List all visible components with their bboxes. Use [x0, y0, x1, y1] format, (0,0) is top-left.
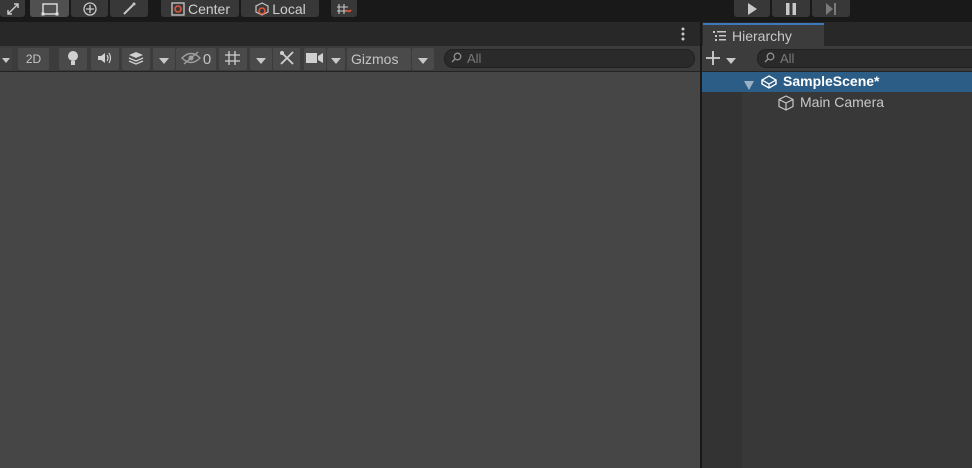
- camera-dropdown[interactable]: [327, 48, 345, 70]
- scene-search-placeholder: All: [467, 51, 482, 66]
- hierarchy-search-input[interactable]: All: [757, 49, 972, 68]
- hierarchy-tab-bar: Hierarchy: [702, 22, 972, 46]
- scene-search-input[interactable]: All: [444, 49, 695, 68]
- brush-icon: [121, 2, 137, 16]
- gizmos-dropdown[interactable]: [412, 48, 434, 70]
- pivot-rotation-button[interactable]: Local: [241, 0, 319, 17]
- hierarchy-item-label: SampleScene*: [783, 73, 880, 89]
- hierarchy-item-scene[interactable]: SampleScene*: [702, 72, 972, 92]
- draw-mode-dropdown[interactable]: [0, 48, 12, 70]
- effects-dropdown[interactable]: [153, 48, 175, 70]
- 2d-toggle[interactable]: 2D: [18, 48, 49, 70]
- tab-hierarchy[interactable]: Hierarchy: [703, 23, 824, 46]
- grid-toggle[interactable]: [219, 48, 247, 70]
- transform-icon: [81, 1, 99, 16]
- chevron-down-icon: [159, 52, 169, 67]
- scene-visibility-toggle[interactable]: 0: [176, 48, 216, 70]
- chevron-down-icon: [2, 52, 10, 67]
- lighting-toggle[interactable]: [59, 48, 87, 70]
- list-icon: [713, 28, 732, 44]
- wrench-icon: [279, 50, 295, 69]
- cube-icon: [778, 95, 794, 114]
- chevron-down-icon: [418, 52, 428, 67]
- snap-button[interactable]: [331, 0, 357, 17]
- hierarchy-toolbar: All: [702, 46, 972, 72]
- hierarchy-panel: Hierarchy All SampleScene* Main Camera: [702, 22, 972, 468]
- scene-toolbar: 2D 0 Gizmos All: [0, 46, 701, 72]
- tools-toggle[interactable]: [273, 48, 300, 70]
- scale-icon: [6, 2, 20, 16]
- step-button[interactable]: [812, 0, 850, 17]
- main-toolbar: Center Local: [0, 0, 972, 22]
- plus-icon: [706, 50, 720, 68]
- play-button[interactable]: [734, 0, 770, 17]
- unity-scene-icon: [761, 75, 777, 92]
- search-icon: [764, 51, 780, 66]
- audio-toggle[interactable]: [91, 48, 119, 70]
- layers-icon: [128, 51, 144, 68]
- camera-settings-button[interactable]: [304, 48, 326, 70]
- speaker-icon: [97, 52, 113, 67]
- hierarchy-gutter: [702, 72, 742, 468]
- transform-tool-button[interactable]: [71, 0, 108, 17]
- hierarchy-search-placeholder: All: [780, 51, 795, 66]
- more-options-icon[interactable]: [681, 26, 685, 45]
- pivot-mode-button[interactable]: Center: [161, 0, 239, 17]
- grid-snap-icon: [336, 2, 352, 16]
- step-icon: [825, 2, 837, 15]
- grid-icon: [224, 50, 242, 69]
- 2d-toggle-label: 2D: [25, 52, 42, 66]
- hierarchy-item-main-camera[interactable]: Main Camera: [702, 93, 972, 113]
- eye-off-icon: [180, 50, 201, 68]
- pivot-mode-label: Center: [187, 0, 231, 17]
- effects-toggle[interactable]: [122, 48, 150, 70]
- pivot-local-icon: [254, 1, 270, 16]
- hierarchy-tab-label: Hierarchy: [732, 27, 792, 44]
- gizmos-button[interactable]: Gizmos: [347, 48, 411, 70]
- scene-tab-bar: [0, 22, 701, 46]
- scene-view[interactable]: 2D 0 Gizmos All: [0, 22, 701, 468]
- custom-tool-button[interactable]: [110, 0, 148, 17]
- scale-tool-button[interactable]: [0, 0, 25, 17]
- hidden-count: 0: [202, 50, 212, 68]
- search-icon: [451, 51, 467, 66]
- chevron-down-icon: [726, 52, 736, 67]
- chevron-down-icon: [331, 52, 341, 67]
- expand-arrow-icon[interactable]: [744, 77, 754, 93]
- hierarchy-item-label: Main Camera: [800, 94, 885, 110]
- chevron-down-icon: [256, 52, 266, 67]
- play-icon: [746, 2, 758, 15]
- grid-dropdown[interactable]: [250, 48, 272, 70]
- rect-tool-button[interactable]: [30, 0, 69, 17]
- pause-icon: [785, 2, 797, 15]
- pivot-rotation-label: Local: [272, 0, 306, 17]
- lightbulb-icon: [67, 50, 79, 69]
- pause-button[interactable]: [772, 0, 810, 17]
- pivot-center-icon: [170, 1, 186, 16]
- gizmos-label: Gizmos: [351, 51, 399, 67]
- camera-icon: [306, 52, 324, 67]
- create-dropdown-button[interactable]: [706, 49, 744, 69]
- rect-transform-icon: [41, 2, 59, 16]
